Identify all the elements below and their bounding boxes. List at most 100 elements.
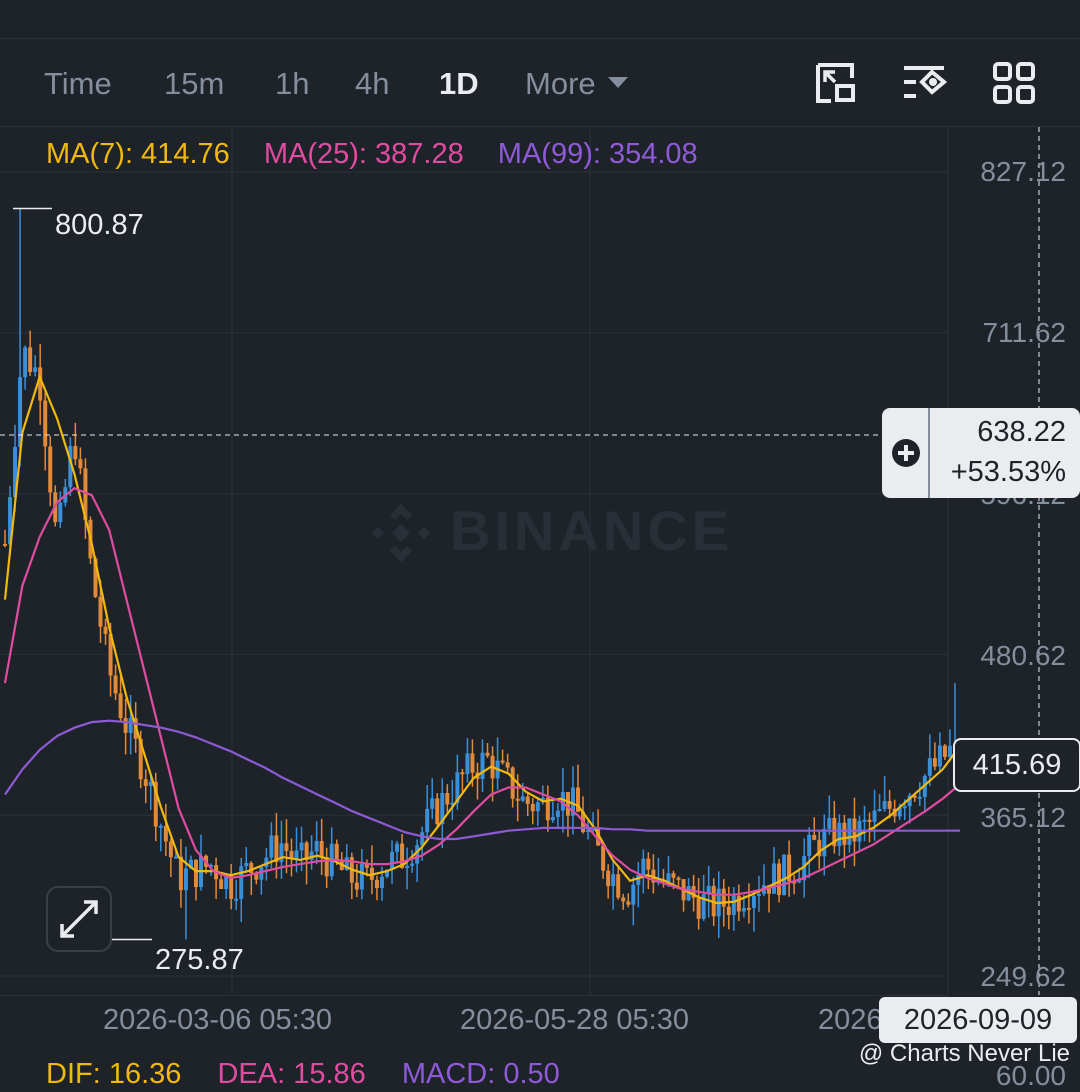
macd-legend: DIF: 16.36 DEA: 15.86 MACD: 0.50 [46, 1058, 588, 1091]
candle-body [334, 843, 339, 861]
candle-body [143, 779, 148, 786]
candle-body [219, 879, 224, 889]
candle-body [465, 753, 470, 775]
candle-body [726, 906, 731, 915]
tab-more[interactable]: More [525, 66, 628, 102]
candle-body [485, 752, 490, 756]
candle-body [777, 863, 782, 896]
candle-body [354, 882, 359, 890]
candle-body [103, 626, 108, 634]
plus-circle-icon [892, 439, 920, 467]
candle-body [168, 841, 173, 858]
candle-body [947, 745, 952, 757]
candle-body [616, 874, 621, 898]
candle-body [430, 798, 435, 809]
tab-more-label: More [525, 66, 596, 101]
candle-body [867, 819, 872, 822]
candle-body [937, 745, 942, 767]
candle-body [827, 817, 832, 829]
candle-body [359, 863, 364, 890]
fullscreen-chart-icon[interactable] [813, 60, 859, 106]
x-tick-label: 2026-05-28 05:30 [460, 1004, 689, 1036]
macd-dif: DIF: 16.36 [46, 1058, 182, 1090]
candle-body [812, 834, 817, 840]
tab-1h[interactable]: 1h [275, 66, 309, 102]
candle-body [510, 767, 515, 799]
x-axis-divider [0, 995, 948, 996]
tab-1d[interactable]: 1D [439, 66, 479, 102]
y-tick-label: 249.62 [980, 961, 1066, 992]
candle-body [374, 879, 379, 889]
candle-body [23, 347, 28, 378]
candle-body [395, 843, 400, 852]
candle-body [882, 801, 887, 809]
candle-body [390, 851, 395, 870]
macd-dea: DEA: 15.86 [217, 1058, 366, 1090]
tab-time[interactable]: Time [44, 66, 112, 102]
candle-body [425, 808, 430, 833]
candle-body [43, 400, 48, 447]
candle-body [284, 843, 289, 852]
candle-body [606, 870, 611, 887]
candle-body [671, 873, 676, 878]
candle-body [515, 798, 520, 801]
candle-body [837, 822, 842, 847]
candle-body [229, 876, 234, 899]
candle-body [319, 840, 324, 857]
candle-body [862, 819, 867, 822]
chevron-down-icon [607, 77, 628, 89]
candle-body [520, 796, 525, 801]
candle-body [128, 718, 133, 733]
candle-body [158, 825, 163, 828]
candle-body [224, 876, 229, 889]
ma25-value: MA(25): 387.28 [263, 138, 464, 170]
candle-body [676, 877, 681, 880]
crosshair-change: +53.53% [950, 456, 1066, 488]
candle-body [435, 798, 440, 824]
candle-body [601, 845, 606, 871]
top-divider [0, 38, 1080, 39]
candle-body [927, 758, 932, 776]
indicator-settings-icon[interactable] [902, 60, 948, 106]
candle-body [550, 816, 555, 821]
candle-body [299, 842, 304, 851]
candle-body [48, 446, 53, 493]
candle-body [118, 693, 123, 719]
candle-body [772, 863, 777, 894]
candle-body [641, 858, 646, 875]
ma7-value: MA(7): 414.76 [46, 138, 230, 170]
candle-body [942, 745, 947, 757]
add-alert-button[interactable] [882, 408, 930, 498]
candle-body [480, 752, 485, 779]
candle-body [173, 856, 178, 859]
crosshair-price-box[interactable]: 638.22 +53.53% [882, 408, 1080, 498]
candle-body [721, 888, 726, 907]
ma-line-ma7 [3, 373, 961, 905]
tab-4h[interactable]: 4h [355, 66, 389, 102]
candle-body [123, 718, 128, 733]
candle-body [3, 543, 7, 546]
candle-body [239, 866, 244, 899]
candle-body [887, 801, 892, 809]
candle-body [113, 675, 118, 694]
candle-body [58, 502, 63, 523]
candle-body [33, 367, 38, 372]
candle-body [731, 895, 736, 915]
candle-body [525, 796, 530, 805]
candle-body [505, 762, 510, 768]
y-tick-label: 480.62 [980, 640, 1066, 671]
candle-body [611, 874, 616, 887]
candle-body [183, 868, 188, 891]
tab-15m[interactable]: 15m [164, 66, 224, 102]
layout-grid-icon[interactable] [991, 60, 1037, 106]
candle-body [555, 810, 560, 817]
expand-chart-button[interactable] [46, 886, 112, 952]
candle-body [445, 793, 450, 805]
candle-body [621, 897, 626, 902]
candle-body [932, 758, 937, 767]
candle-body [646, 858, 651, 870]
candle-body [741, 907, 746, 912]
candle-body [470, 753, 475, 773]
candle-body [294, 850, 299, 859]
candle-body [666, 873, 671, 882]
